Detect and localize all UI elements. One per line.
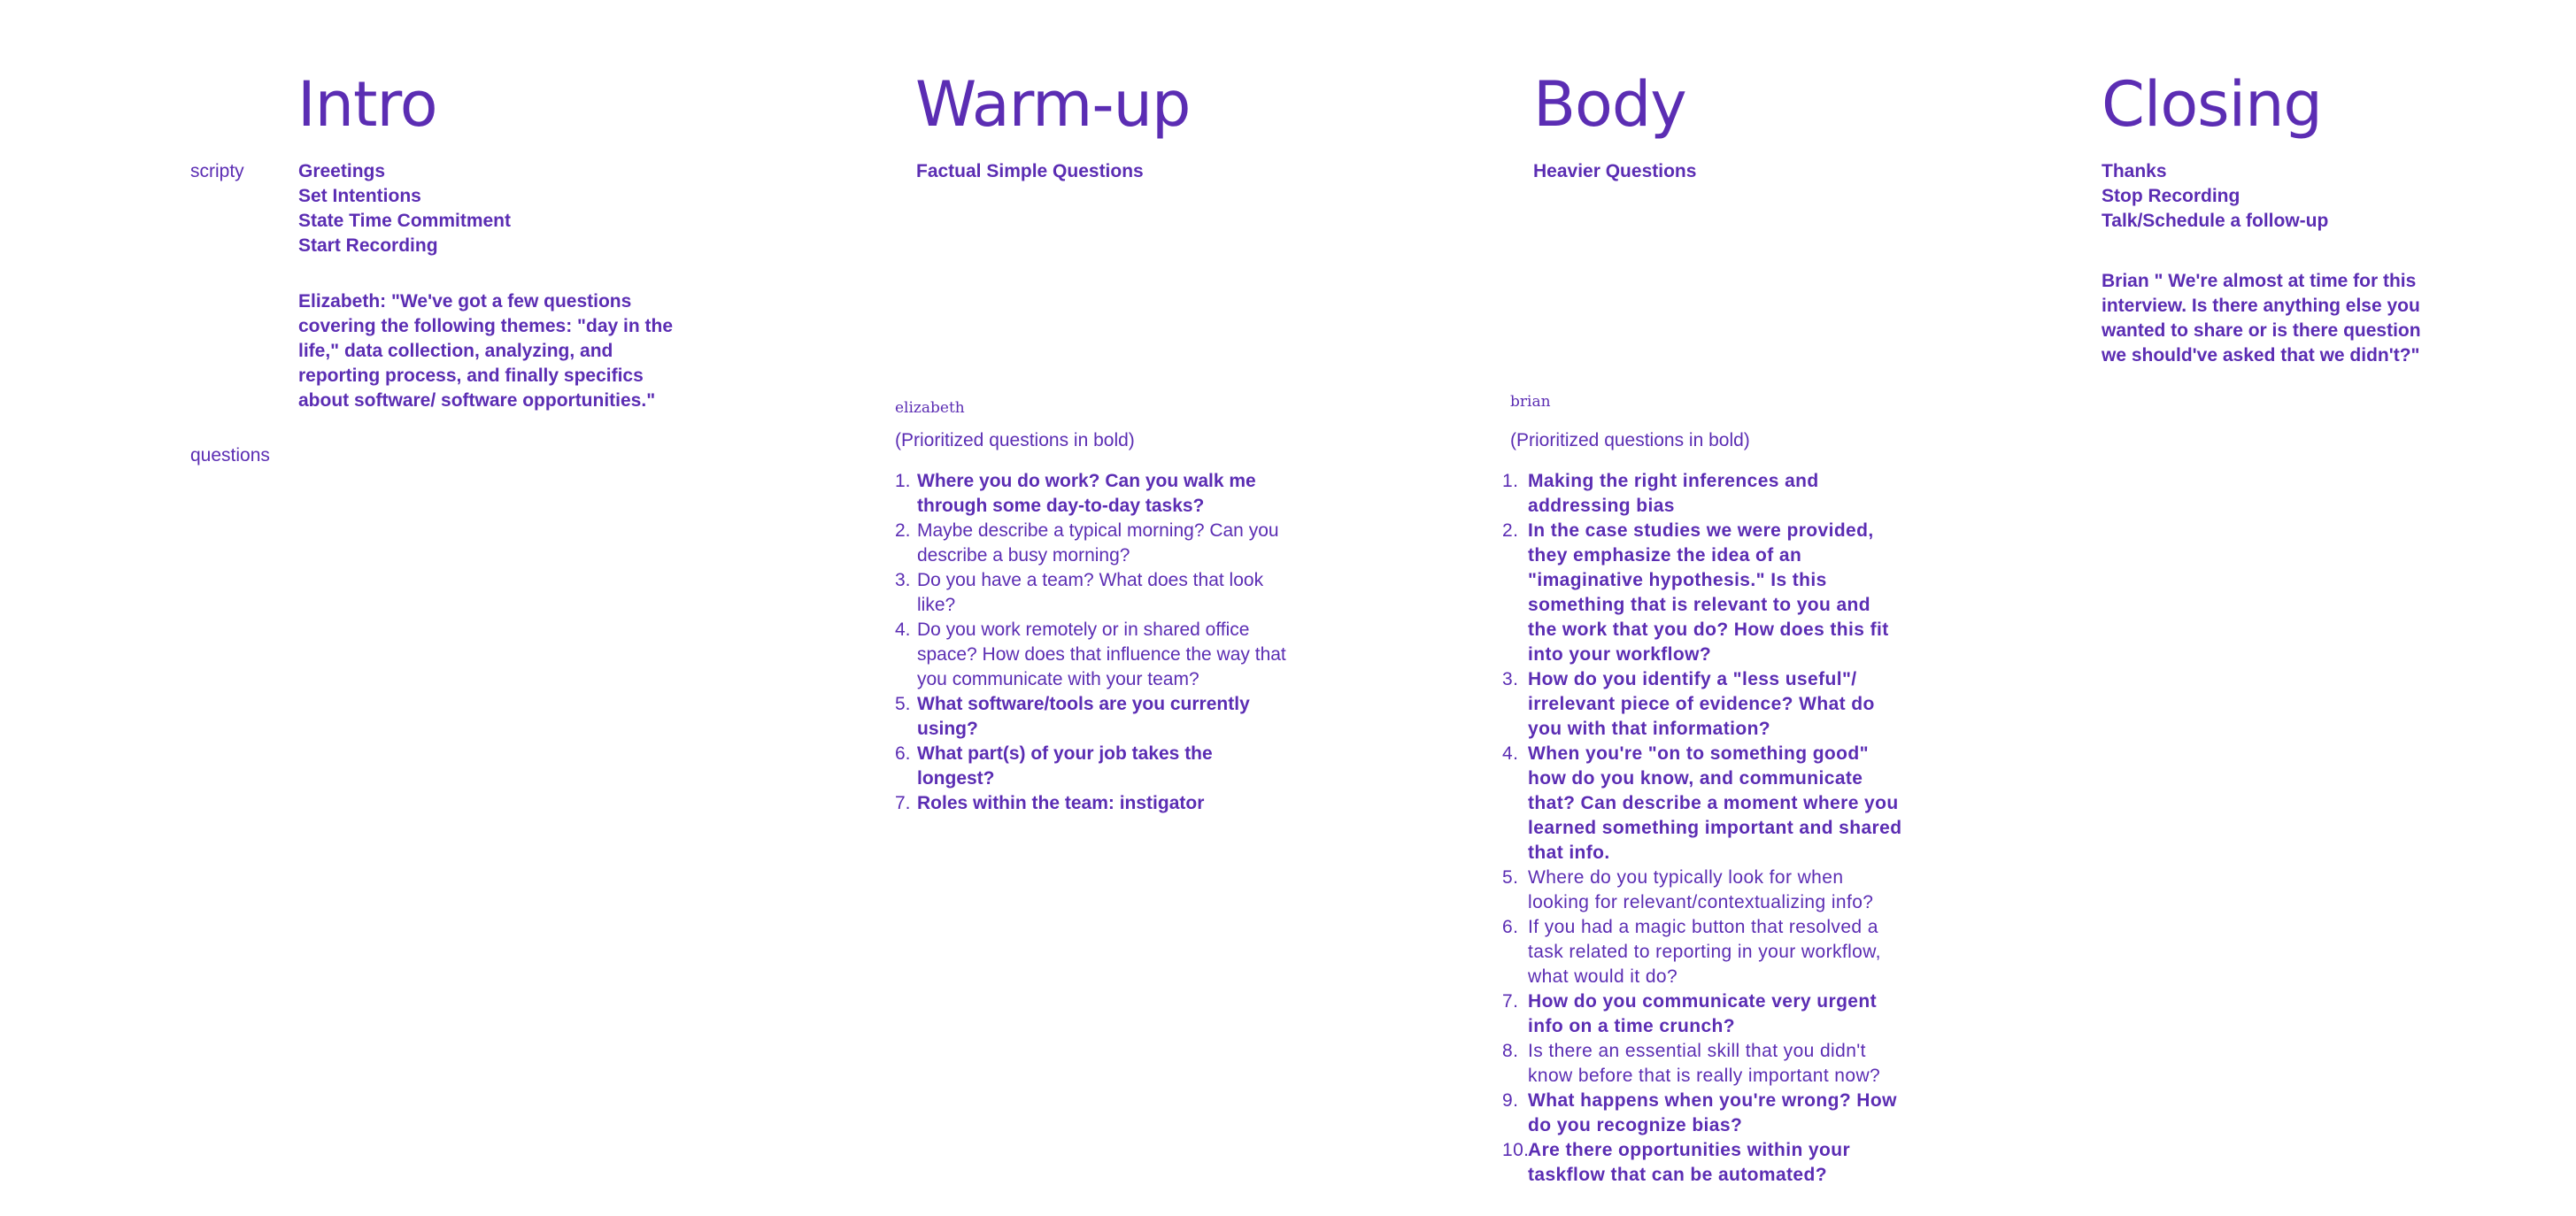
question-item: 8. Is there an essential skill that you d… [1502,1039,1904,1089]
question-text: Where you do work? Can you walk me throu… [917,471,1256,516]
question-item: 7. How do you communicate very urgent inf… [1502,989,1904,1039]
question-item: 1. Where you do work? Can you walk me thr… [895,469,1293,519]
question-number: 3. [1502,669,1519,689]
question-item: 5. What software/tools are you currently … [895,692,1293,742]
body-question-list: 1. Making the right inferences and addres… [1502,469,1904,1188]
question-text: If you had a magic button that resolved … [1528,917,1881,987]
question-number: 4. [895,620,911,640]
question-number: 1. [1502,471,1519,491]
closing-script: Brian " We're almost at time for this in… [2102,271,2421,366]
question-number: 5. [1502,867,1519,888]
question-number: 7. [895,793,911,813]
question-number: 3. [895,570,911,590]
body-author: brian [1510,393,1551,411]
intro-items: Greetings Set Intentions State Time Comm… [298,159,670,258]
intro-item: Set Intentions [298,186,421,206]
question-number: 5. [895,694,911,714]
question-number: 2. [1502,520,1519,541]
question-item: 10. Are there opportunities within your t… [1502,1138,1904,1188]
question-number: 2. [895,520,911,541]
question-number: 8. [1502,1041,1519,1061]
body-note: (Prioritized questions in bold) [1510,430,1750,450]
question-item: 3. Do you have a team? What does that loo… [895,568,1293,618]
question-item: 2. In the case studies we were provided, … [1502,519,1904,667]
question-item: 3. How do you identify a "less useful"/ i… [1502,667,1904,742]
question-number: 10. [1502,1140,1530,1160]
question-item: 4. Do you work remotely or in shared offi… [895,618,1293,692]
question-item: 7. Roles within the team: instigator [895,791,1293,816]
intro-title: Intro [297,68,438,141]
intro-item: State Time Commitment [298,211,511,231]
question-number: 1. [895,471,911,491]
question-text: Roles within the team: instigator [917,793,1205,813]
question-text: Are there opportunities within your task… [1528,1140,1851,1185]
question-number: 6. [1502,917,1519,937]
warmup-author: elizabeth [895,399,965,417]
question-item: 5. Where do you typically look for when l… [1502,866,1904,915]
warmup-subtitle: Factual Simple Questions [916,161,1144,181]
question-number: 4. [1502,743,1519,764]
body-subtitle: Heavier Questions [1533,161,1697,181]
question-number: 6. [895,743,911,764]
row-label-scripty: scripty [190,161,244,181]
question-text: What software/tools are you currently us… [917,694,1250,739]
question-number: 7. [1502,991,1519,1012]
question-item: 1. Making the right inferences and addres… [1502,469,1904,519]
closing-item: Stop Recording [2102,186,2241,206]
question-item: 9. What happens when you're wrong? How do… [1502,1089,1904,1138]
intro-script: Elizabeth: "We've got a few questions co… [298,291,674,411]
warmup-question-list: 1. Where you do work? Can you walk me thr… [895,469,1293,816]
question-text: Is there an essential skill that you did… [1528,1041,1881,1086]
question-text: When you're "on to something good" how d… [1528,743,1902,863]
question-text: How do you identify a "less useful"/ irr… [1528,669,1875,739]
closing-items: Thanks Stop Recording Talk/Schedule a fo… [2102,159,2456,234]
body-title: Body [1533,68,1687,141]
closing-title: Closing [2102,68,2323,141]
warmup-note: (Prioritized questions in bold) [895,430,1135,450]
question-text: How do you communicate very urgent info … [1528,991,1877,1036]
question-text: What part(s) of your job takes the longe… [917,743,1213,789]
intro-item: Greetings [298,161,386,181]
question-item: 6. If you had a magic button that resolve… [1502,915,1904,989]
question-item: 4. When you're "on to something good" how… [1502,742,1904,866]
question-text: Do you have a team? What does that look … [917,570,1264,615]
question-item: 6. What part(s) of your job takes the lon… [895,742,1293,791]
closing-item: Thanks [2102,161,2167,181]
row-label-questions: questions [190,445,270,466]
question-item: 2. Maybe describe a typical morning? Can … [895,519,1293,568]
question-text: Do you work remotely or in shared office… [917,620,1286,689]
question-text: Making the right inferences and addressi… [1528,471,1819,516]
question-text: Maybe describe a typical morning? Can yo… [917,520,1279,566]
question-text: What happens when you're wrong? How do y… [1528,1090,1897,1135]
warmup-title: Warm-up [915,68,1191,141]
question-text: In the case studies we were provided, th… [1528,520,1889,665]
question-number: 9. [1502,1090,1519,1111]
closing-item: Talk/Schedule a follow-up [2102,211,2329,231]
question-text: Where do you typically look for when loo… [1528,867,1874,912]
intro-item: Start Recording [298,235,438,256]
